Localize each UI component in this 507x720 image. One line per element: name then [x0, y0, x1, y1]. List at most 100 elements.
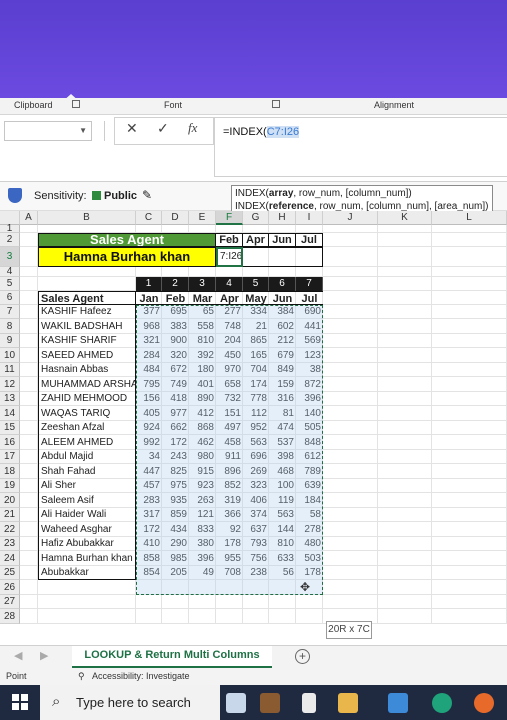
pencil-icon[interactable]: ✎: [142, 188, 152, 202]
row-header-3[interactable]: 3: [0, 247, 20, 267]
enter-icon[interactable]: ✓: [157, 120, 169, 137]
row-header-21[interactable]: 21: [0, 508, 20, 522]
row-header-23[interactable]: 23: [0, 537, 20, 551]
gridline: [20, 608, 507, 609]
windows-start-icon[interactable]: [12, 694, 28, 710]
taskbar-search[interactable]: ⌕ Type here to search: [40, 685, 220, 720]
row-header-2[interactable]: 2: [0, 233, 20, 247]
column-header-c[interactable]: C: [136, 211, 162, 225]
agent-name-cell[interactable]: SAEED AHMED: [38, 348, 136, 363]
top-agent-cell[interactable]: Hamna Burhan khan: [38, 247, 216, 267]
cancel-icon[interactable]: ✕: [126, 120, 138, 137]
agent-name-cell[interactable]: KASHIF Hafeez: [38, 305, 136, 319]
clipboard-launcher-icon[interactable]: [72, 100, 80, 108]
main-month-header: Jun: [269, 291, 296, 305]
row-header-22[interactable]: 22: [0, 522, 20, 537]
row-header-14[interactable]: 14: [0, 406, 20, 421]
agent-name-cell[interactable]: MUHAMMAD ARSHAD: [38, 377, 136, 392]
agent-name-cell[interactable]: Hasnain Abbas: [38, 363, 136, 377]
insert-function-icon[interactable]: fx: [188, 120, 197, 136]
agent-name-cell[interactable]: Hafiz Abubakkar: [38, 537, 136, 551]
main-month-header: Jan: [136, 291, 162, 305]
column-header-k[interactable]: K: [378, 211, 432, 225]
accessibility-icon[interactable]: ⚲: [78, 671, 85, 682]
top-result-range[interactable]: [243, 247, 323, 267]
column-header-a[interactable]: A: [20, 211, 38, 225]
worksheet-grid[interactable]: A B C D E F G H I J K L 1 2 3 4 5 6 7 8 9 10 11 12 13 14 15 16 17 18 1…: [0, 211, 507, 645]
store-icon[interactable]: [388, 693, 408, 713]
agent-name-cell[interactable]: Hamna Burhan khan: [38, 551, 136, 566]
column-header-g[interactable]: G: [243, 211, 269, 225]
index-number-cell: 1: [136, 277, 162, 291]
function-tooltip[interactable]: INDEX(array, row_num, [column_num]) INDE…: [231, 185, 493, 213]
row-header-27[interactable]: 27: [0, 595, 20, 609]
tooltip-line-1[interactable]: INDEX(array, row_num, [column_num]): [235, 187, 489, 200]
sheet-tab-active[interactable]: LOOKUP & Return Multi Columns: [72, 646, 272, 669]
row-header-24[interactable]: 24: [0, 551, 20, 566]
row-header-7[interactable]: 7: [0, 305, 20, 319]
row-header-25[interactable]: 25: [0, 566, 20, 580]
font-launcher-icon[interactable]: [272, 100, 280, 108]
row-header-16[interactable]: 16: [0, 435, 20, 450]
active-cell-f3[interactable]: 7:I26: [216, 247, 243, 267]
next-sheet-icon[interactable]: ▶: [40, 649, 48, 662]
row-header-11[interactable]: 11: [0, 363, 20, 377]
agent-name-cell[interactable]: ALEEM AHMED: [38, 435, 136, 450]
row-header-28[interactable]: 28: [0, 609, 20, 624]
column-header-l[interactable]: L: [432, 211, 507, 225]
file-explorer-icon[interactable]: [338, 693, 358, 713]
agent-name-cell[interactable]: Saleem Asif: [38, 493, 136, 508]
firefox-icon[interactable]: [474, 693, 494, 713]
row-header-9[interactable]: 9: [0, 334, 20, 348]
row-header-4[interactable]: 4: [0, 267, 20, 277]
status-mode: Point: [6, 671, 27, 681]
formula-bar-divider: [104, 121, 105, 141]
row-header-5[interactable]: 5: [0, 277, 20, 291]
edge-browser-icon[interactable]: [432, 693, 452, 713]
range-selection-c7-i26[interactable]: [136, 305, 323, 595]
column-header-f[interactable]: F: [216, 211, 243, 225]
agent-name-cell[interactable]: KASHIF SHARIF: [38, 334, 136, 348]
row-header-12[interactable]: 12: [0, 377, 20, 392]
agent-name-cell[interactable]: Ali Sher: [38, 479, 136, 493]
row-header-13[interactable]: 13: [0, 392, 20, 406]
row-header-20[interactable]: 20: [0, 493, 20, 508]
index-number-cell: 7: [296, 277, 323, 291]
column-header-e[interactable]: E: [189, 211, 216, 225]
row-header-8[interactable]: 8: [0, 319, 20, 334]
row-header-17[interactable]: 17: [0, 450, 20, 464]
row-header-6[interactable]: 6: [0, 291, 20, 305]
agent-name-cell[interactable]: Zeeshan Afzal: [38, 421, 136, 435]
agent-name-cell[interactable]: WAQAS TARIQ: [38, 406, 136, 421]
agent-name-cell[interactable]: Ali Haider Wali: [38, 508, 136, 522]
agent-name-cell[interactable]: Shah Fahad: [38, 464, 136, 479]
column-header-d[interactable]: D: [162, 211, 189, 225]
agent-name-cell[interactable]: Waheed Asghar: [38, 522, 136, 537]
task-view-icon[interactable]: [302, 693, 316, 713]
row-header-15[interactable]: 15: [0, 421, 20, 435]
formula-input[interactable]: =INDEX(C7:I26: [214, 117, 507, 177]
row-header-19[interactable]: 19: [0, 479, 20, 493]
laptop-app-icon[interactable]: [226, 693, 246, 713]
agent-name-cell[interactable]: Abdul Majid: [38, 450, 136, 464]
row-header-26[interactable]: 26: [0, 580, 20, 595]
column-header-b[interactable]: B: [38, 211, 136, 225]
add-sheet-icon[interactable]: +: [295, 649, 310, 664]
column-header-h[interactable]: H: [269, 211, 296, 225]
agent-name-cell[interactable]: Abubakkar: [38, 566, 136, 580]
chevron-down-icon[interactable]: ▼: [79, 126, 87, 135]
sensitivity-value[interactable]: Public: [104, 190, 137, 202]
name-box[interactable]: ▼: [4, 121, 92, 141]
prev-sheet-icon[interactable]: ◀: [14, 649, 22, 662]
column-header-i[interactable]: I: [296, 211, 323, 225]
briefcase-app-icon[interactable]: [260, 693, 280, 713]
agent-name-cell[interactable]: WAKIL BADSHAH: [38, 319, 136, 334]
row-header-18[interactable]: 18: [0, 464, 20, 479]
accessibility-status[interactable]: Accessibility: Investigate: [92, 671, 190, 681]
row-header-1[interactable]: 1: [0, 224, 20, 234]
crosshair-cursor-icon: ✥: [300, 581, 311, 593]
column-header-j[interactable]: J: [323, 211, 378, 225]
agent-name-cell[interactable]: ZAHID MEHMOOD: [38, 392, 136, 406]
tooltip-arg-array: array: [268, 188, 294, 199]
row-header-10[interactable]: 10: [0, 348, 20, 363]
